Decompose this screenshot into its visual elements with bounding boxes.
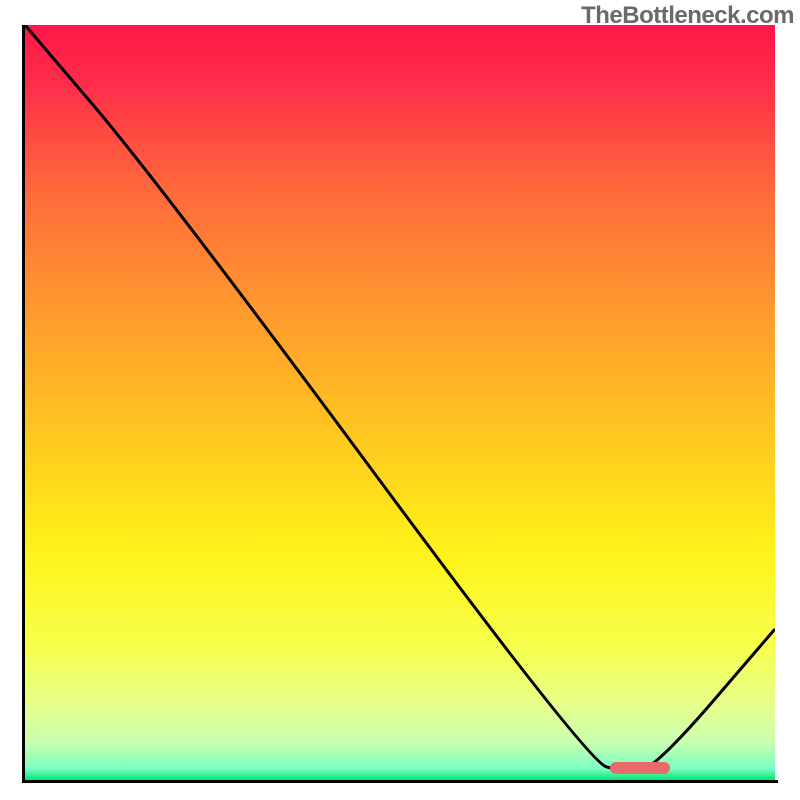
y-axis [22, 25, 25, 783]
plot-area [25, 25, 775, 780]
chart-container: TheBottleneck.com [0, 0, 800, 800]
bottleneck-curve [25, 25, 775, 771]
x-axis [22, 780, 778, 783]
curve-layer [25, 25, 775, 780]
optimal-range-marker [610, 762, 670, 774]
